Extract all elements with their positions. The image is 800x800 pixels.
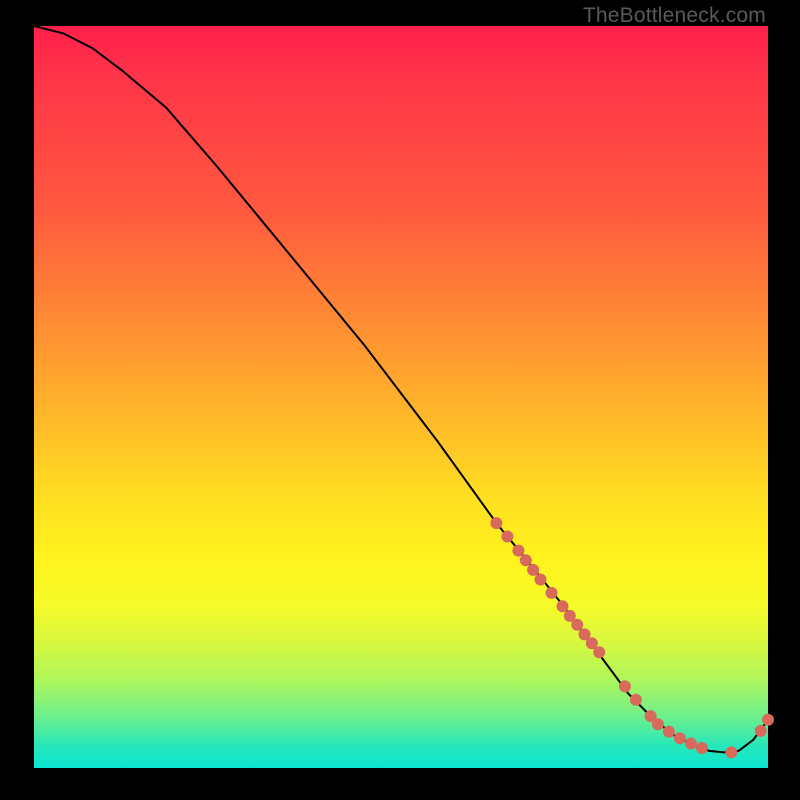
- data-marker: [501, 531, 513, 543]
- watermark-text: TheBottleneck.com: [583, 4, 766, 28]
- data-marker: [619, 680, 631, 692]
- data-marker: [571, 619, 583, 631]
- data-marker: [663, 726, 675, 738]
- data-marker: [546, 587, 558, 599]
- data-marker: [674, 732, 686, 744]
- data-marker: [520, 554, 532, 566]
- data-marker: [535, 574, 547, 586]
- curve-line: [34, 26, 768, 752]
- data-marker: [630, 694, 642, 706]
- data-marker: [696, 742, 708, 754]
- data-marker: [490, 517, 502, 529]
- plot-area: [34, 26, 768, 768]
- chart-frame: TheBottleneck.com: [0, 0, 800, 800]
- data-marker: [725, 746, 737, 758]
- data-marker: [755, 725, 767, 737]
- data-marker: [593, 646, 605, 658]
- data-marker: [685, 738, 697, 750]
- data-marker: [652, 718, 664, 730]
- data-marker: [557, 600, 569, 612]
- data-marker: [762, 714, 774, 726]
- marker-group: [490, 517, 774, 758]
- data-marker: [512, 545, 524, 557]
- data-marker: [527, 564, 539, 576]
- chart-svg: [34, 26, 768, 768]
